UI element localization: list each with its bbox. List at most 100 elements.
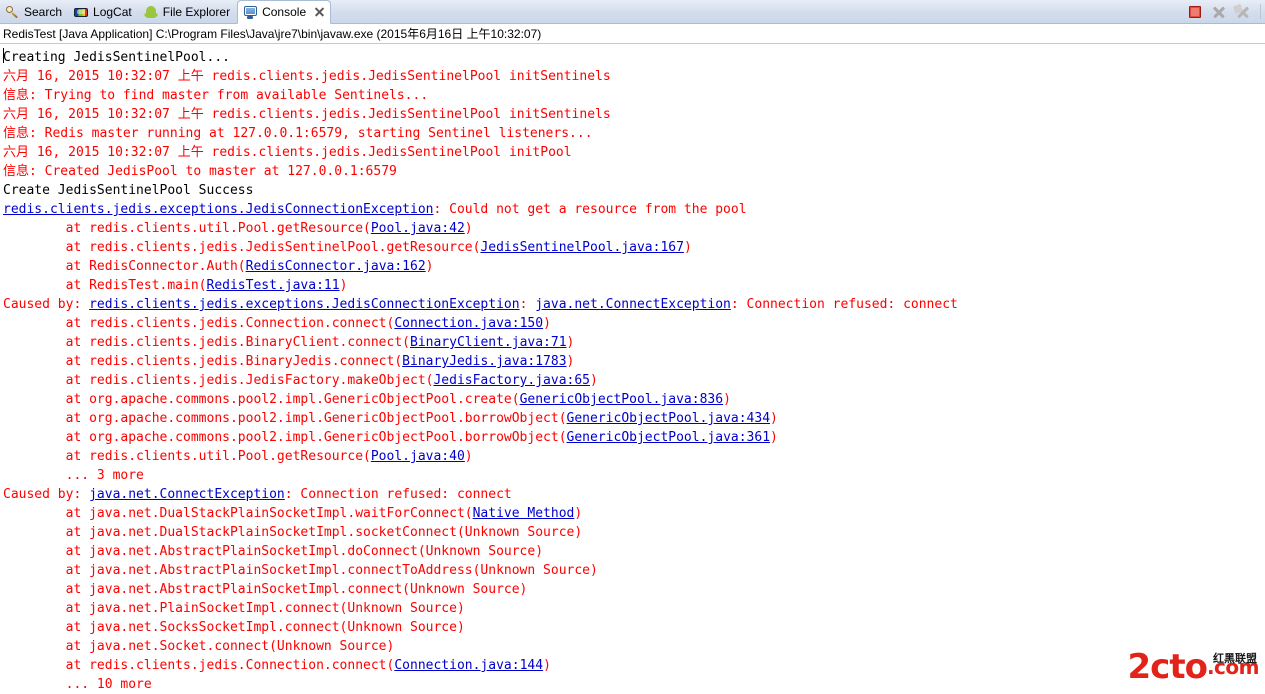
console-text: ) (464, 449, 473, 464)
stop-square-icon[interactable] (1186, 3, 1204, 21)
watermark-chinese-text: 红黑联盟 (1213, 652, 1257, 665)
console-text: at org.apache.commons.pool2.impl.Generic… (3, 430, 567, 445)
stack-trace-link[interactable]: redis.clients.jedis.exceptions.JedisConn… (3, 202, 433, 217)
console-text: Caused by: (3, 297, 90, 312)
tab-search[interactable]: Search (0, 1, 69, 23)
console-line: at redis.clients.jedis.Connection.connec… (3, 656, 1265, 675)
console-text: ) (683, 240, 692, 255)
console-line: 信息: Trying to find master from available… (3, 86, 1265, 105)
console-line: at java.net.DualStackPlainSocketImpl.wai… (3, 504, 1265, 523)
stack-trace-link[interactable]: GenericObjectPool.java:434 (567, 411, 771, 426)
console-line: at java.net.AbstractPlainSocketImpl.conn… (3, 580, 1265, 599)
stack-trace-link[interactable]: JedisSentinelPool.java:167 (480, 240, 684, 255)
console-line: at java.net.AbstractPlainSocketImpl.conn… (3, 561, 1265, 580)
console-text: ) (574, 506, 583, 521)
console-toolbar (1186, 0, 1265, 23)
console-text: ... 3 more (3, 468, 144, 483)
console-text: at RedisTest.main( (3, 278, 207, 293)
stack-trace-link[interactable]: java.net.ConnectException (89, 487, 285, 502)
console-output[interactable]: Creating JedisSentinelPool... 六月 16, 2015… (0, 45, 1265, 694)
console-text: at redis.clients.util.Pool.getResource( (3, 221, 371, 236)
console-text: ) (723, 392, 731, 407)
x-icon[interactable] (1210, 3, 1228, 21)
console-line: at RedisTest.main(RedisTest.java:11) (3, 276, 1265, 295)
console-text: at java.net.DualStackPlainSocketImpl.soc… (3, 525, 583, 540)
console-text: at redis.clients.jedis.JedisFactory.make… (3, 373, 434, 388)
console-text: ... 10 more (3, 677, 152, 692)
tab-console[interactable]: Console (237, 0, 332, 24)
console-text: ) (339, 278, 348, 293)
console-line: at redis.clients.jedis.JedisFactory.make… (3, 371, 1265, 390)
console-text: at redis.clients.util.Pool.getResource( (3, 449, 371, 464)
console-text: 六月 16, 2015 10:32:07 上午 redis.clients.je… (3, 69, 611, 84)
console-text: Creating JedisSentinelPool... (3, 50, 230, 65)
console-text: at java.net.AbstractPlainSocketImpl.conn… (3, 582, 528, 597)
stack-trace-link[interactable]: GenericObjectPool.java:361 (567, 430, 771, 445)
console-text: 信息: Created JedisPool to master at 127.0… (3, 164, 397, 179)
console-text: 信息: Redis master running at 127.0.0.1:65… (3, 126, 593, 141)
stack-trace-link[interactable]: BinaryJedis.java:1783 (402, 354, 566, 369)
console-line: at java.net.SocksSocketImpl.connect(Unkn… (3, 618, 1265, 637)
console-line: ... 10 more (3, 675, 1265, 694)
console-text: at java.net.AbstractPlainSocketImpl.conn… (3, 563, 598, 578)
tab-file-explorer[interactable]: File Explorer (139, 1, 237, 23)
console-text: at org.apache.commons.pool2.impl.Generic… (3, 392, 520, 407)
console-text: ) (543, 658, 551, 673)
console-text: at RedisConnector.Auth( (3, 259, 246, 274)
console-text: ) (590, 373, 598, 388)
x-multiple-icon[interactable] (1232, 3, 1252, 21)
tab-logcat[interactable]: LogCat (69, 1, 139, 23)
console-line: Creating JedisSentinelPool... (3, 48, 1265, 67)
console-line: redis.clients.jedis.exceptions.JedisConn… (3, 200, 1265, 219)
stack-trace-link[interactable]: RedisConnector.java:162 (246, 259, 426, 274)
stack-trace-link[interactable]: RedisTest.java:11 (207, 278, 340, 293)
stack-trace-link[interactable]: Native Method (473, 506, 575, 521)
stack-trace-link[interactable]: redis.clients.jedis.exceptions.JedisConn… (89, 297, 519, 312)
console-text: ) (770, 430, 778, 445)
console-line: 信息: Created JedisPool to master at 127.0… (3, 162, 1265, 181)
console-line: at org.apache.commons.pool2.impl.Generic… (3, 409, 1265, 428)
console-text: at redis.clients.jedis.Connection.connec… (3, 316, 395, 331)
stack-trace-link[interactable]: Pool.java:40 (371, 449, 465, 464)
console-text: ) (464, 221, 473, 236)
console-line: Caused by: redis.clients.jedis.exception… (3, 295, 1265, 314)
watermark-logo: 2cto .com 红黑联盟 (1128, 644, 1260, 690)
console-text: at redis.clients.jedis.Connection.connec… (3, 658, 395, 673)
toolbar-separator (1260, 4, 1261, 19)
tab-label: Search (24, 4, 63, 19)
stack-trace-link[interactable]: JedisFactory.java:65 (433, 373, 590, 388)
view-tab-bar: Search LogCat File Explorer Console (0, 0, 1265, 24)
console-text: ) (425, 259, 434, 274)
console-line: at redis.clients.util.Pool.getResource(P… (3, 447, 1265, 466)
console-icon (243, 5, 258, 20)
console-line: at java.net.AbstractPlainSocketImpl.doCo… (3, 542, 1265, 561)
console-text: at java.net.PlainSocketImpl.connect(Unkn… (3, 601, 465, 616)
close-icon[interactable] (313, 6, 326, 19)
console-text: at java.net.SocksSocketImpl.connect(Unkn… (3, 620, 465, 635)
console-text: : (519, 297, 536, 312)
console-text: at java.net.DualStackPlainSocketImpl.wai… (3, 506, 473, 521)
console-text: Caused by: (3, 487, 90, 502)
console-line: at RedisConnector.Auth(RedisConnector.ja… (3, 257, 1265, 276)
console-text: : Connection refused: connect (730, 297, 958, 312)
console-text: 六月 16, 2015 10:32:07 上午 redis.clients.je… (3, 107, 611, 122)
stack-trace-link[interactable]: BinaryClient.java:71 (410, 335, 567, 350)
stack-trace-link[interactable]: Pool.java:42 (371, 221, 465, 236)
console-text: at redis.clients.jedis.BinaryClient.conn… (3, 335, 410, 350)
stack-trace-link[interactable]: Connection.java:144 (394, 658, 543, 673)
console-line: at redis.clients.jedis.JedisSentinelPool… (3, 238, 1265, 257)
logcat-icon (74, 5, 89, 20)
console-text: 信息: Trying to find master from available… (3, 88, 429, 103)
console-text: at redis.clients.jedis.JedisSentinelPool… (3, 240, 481, 255)
stack-trace-link[interactable]: Connection.java:150 (394, 316, 543, 331)
stack-trace-link[interactable]: GenericObjectPool.java:836 (520, 392, 724, 407)
search-icon (5, 5, 20, 20)
console-line: at org.apache.commons.pool2.impl.Generic… (3, 390, 1265, 409)
console-line: 信息: Redis master running at 127.0.0.1:65… (3, 124, 1265, 143)
stack-trace-link[interactable]: java.net.ConnectException (535, 297, 731, 312)
console-text: Create JedisSentinelPool Success (3, 183, 254, 198)
console-line: at org.apache.commons.pool2.impl.Generic… (3, 428, 1265, 447)
console-text: 六月 16, 2015 10:32:07 上午 redis.clients.je… (3, 145, 572, 160)
process-info-text: RedisTest [Java Application] C:\Program … (3, 27, 542, 41)
console-text: ) (566, 354, 575, 369)
